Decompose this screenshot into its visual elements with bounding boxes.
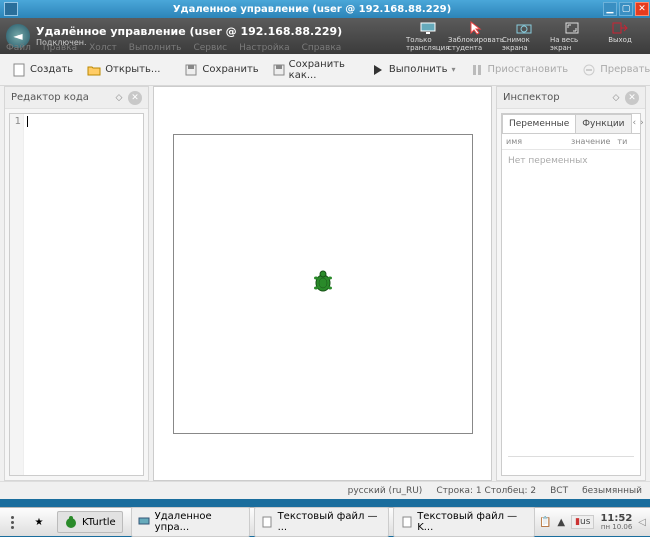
text-file-icon — [261, 515, 274, 529]
inspector-panel: Инспектор ◇ ✕ Переменные Функции ‹ › имя… — [496, 86, 646, 481]
canvas-area — [153, 86, 492, 481]
turtle-icon — [312, 270, 334, 298]
outer-maximize-button[interactable]: ▢ — [619, 2, 633, 16]
tray-up-icon[interactable]: ▲ — [557, 517, 565, 528]
keyboard-layout-indicator[interactable]: ▮us — [571, 515, 594, 529]
save-as-icon — [273, 63, 285, 77]
editor-close-button[interactable]: ✕ — [128, 91, 142, 105]
save-as-button[interactable]: Сохранить как... — [267, 55, 353, 85]
lock-student-button[interactable]: Заблокировать студента — [452, 19, 500, 54]
fullscreen-icon — [564, 21, 580, 35]
save-icon — [184, 63, 198, 77]
fullscreen-button[interactable]: На весь экран — [548, 19, 596, 54]
screenshot-button[interactable]: Снимок экрана — [500, 19, 548, 54]
system-taskbar: ★ KTurtle Удаленное упра... Текстовый фа… — [0, 507, 650, 536]
remote-title: Удалённое управление (user @ 192.168.88.… — [36, 25, 342, 38]
star-icon: ★ — [32, 515, 46, 529]
outer-minimize-button[interactable]: ▁ — [603, 2, 617, 16]
variables-table-header: имя значение ти — [502, 134, 640, 150]
pause-icon — [470, 63, 484, 77]
code-editor-panel: Редактор кода ◇ ✕ 1 — [4, 86, 149, 481]
inspector-undock-button[interactable]: ◇ — [609, 91, 623, 105]
statusbar: русский (ru_RU) Строка: 1 Столбец: 2 ВСТ… — [0, 481, 650, 499]
tab-functions[interactable]: Функции — [575, 114, 631, 133]
main-toolbar: Создать Открыть... Сохранить Сохранить к… — [0, 54, 650, 86]
stop-icon — [582, 63, 596, 77]
play-icon — [371, 63, 385, 77]
exit-button[interactable]: Выход — [596, 19, 644, 54]
exit-icon — [612, 21, 628, 35]
new-button[interactable]: Создать — [6, 59, 79, 81]
run-button[interactable]: Выполнить▾ — [365, 59, 462, 81]
start-menu-button[interactable] — [4, 512, 21, 533]
app-menubar: ФайлПравкаХолстВыполнитьСервисНастройкаС… — [6, 43, 353, 53]
kturtle-app: Создать Открыть... Сохранить Сохранить к… — [0, 54, 650, 499]
monitor-icon — [420, 21, 436, 35]
pointer-icon — [468, 21, 484, 35]
pause-button[interactable]: Приостановить — [464, 59, 575, 81]
broadcast-only-button[interactable]: Только трансляция — [404, 19, 452, 54]
outer-window-title: Удаленное управление (user @ 192.168.88.… — [22, 4, 602, 15]
code-editor[interactable]: 1 — [9, 113, 144, 476]
editor-undock-button[interactable]: ◇ — [112, 91, 126, 105]
status-insert-mode: ВСТ — [550, 486, 568, 496]
text-file-icon — [400, 515, 413, 529]
drawing-canvas[interactable] — [173, 134, 473, 434]
open-button[interactable]: Открыть... — [81, 59, 166, 81]
monitor-icon — [138, 515, 151, 529]
taskbar-item-text2[interactable]: Текстовый файл — K... — [393, 507, 535, 537]
tray-overflow-button[interactable]: ◁ — [638, 517, 646, 528]
text-cursor — [27, 116, 28, 127]
tray-clipboard-icon[interactable]: 📋 — [539, 517, 551, 528]
remote-control-bar: ◄ Удалённое управление (user @ 192.168.8… — [0, 18, 650, 54]
folder-open-icon — [87, 63, 101, 77]
stop-button[interactable]: Прервать — [576, 59, 650, 81]
tab-scroll-left[interactable]: ‹ — [631, 114, 639, 133]
inspector-close-button[interactable]: ✕ — [625, 91, 639, 105]
status-locale: русский (ru_RU) — [348, 486, 423, 496]
new-file-icon — [12, 63, 26, 77]
line-gutter: 1 — [10, 114, 24, 475]
favorites-button[interactable]: ★ — [25, 511, 53, 533]
status-cursor-position: Строка: 1 Столбец: 2 — [436, 486, 536, 496]
camera-icon — [516, 21, 532, 35]
status-document-name: безымянный — [582, 486, 642, 496]
window-app-icon — [4, 2, 18, 16]
taskbar-item-remote[interactable]: Удаленное упра... — [131, 507, 250, 537]
tab-scroll-right[interactable]: › — [638, 114, 646, 133]
tab-variables[interactable]: Переменные — [502, 114, 576, 133]
turtle-icon — [64, 515, 78, 529]
save-button[interactable]: Сохранить — [178, 59, 264, 81]
inspector-panel-title: Инспектор — [503, 92, 607, 103]
variables-empty-message: Нет переменных — [502, 150, 640, 172]
editor-panel-title: Редактор кода — [11, 92, 110, 103]
outer-close-button[interactable]: ✕ — [635, 2, 649, 16]
taskbar-item-text1[interactable]: Текстовый файл — ... — [254, 507, 390, 537]
taskbar-item-kturtle[interactable]: KTurtle — [57, 511, 123, 533]
outer-window-titlebar: Удаленное управление (user @ 192.168.88.… — [0, 0, 650, 18]
